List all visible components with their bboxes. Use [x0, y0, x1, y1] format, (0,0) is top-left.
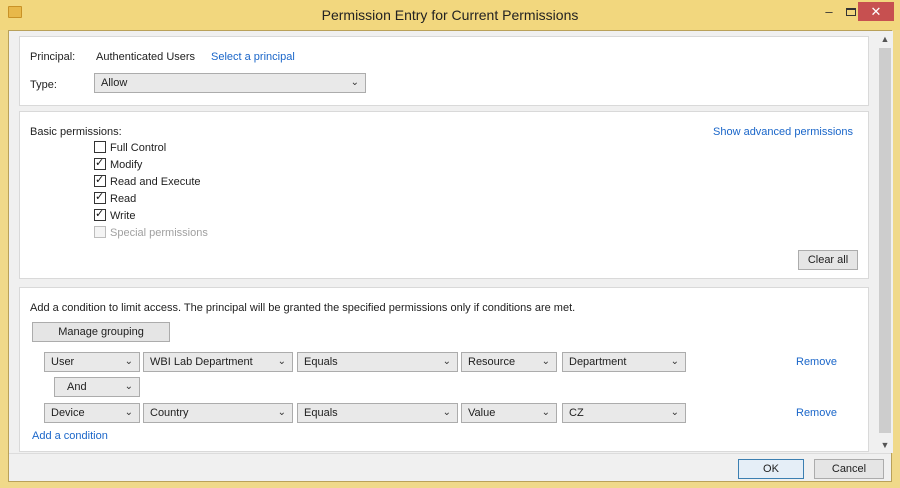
chevron-down-icon: ⌄ — [350, 77, 359, 88]
manage-grouping-button[interactable]: Manage grouping — [32, 322, 170, 342]
read-and-execute-checkbox[interactable] — [94, 173, 106, 188]
add-condition-link[interactable]: Add a condition — [32, 430, 108, 442]
condition-1-subject-dropdown[interactable]: User ⌄ — [44, 352, 140, 372]
permission-read-and-execute[interactable]: Read and Execute — [94, 173, 201, 192]
modify-checkbox[interactable] — [94, 156, 106, 171]
dropdown-value: CZ — [569, 407, 584, 419]
permission-label: Modify — [110, 159, 143, 171]
maximize-icon — [846, 8, 856, 16]
chevron-down-icon: ⌄ — [670, 356, 679, 367]
full-control-checkbox[interactable] — [94, 141, 106, 154]
chevron-down-icon: ⌄ — [442, 407, 451, 418]
scrollbar-thumb[interactable] — [879, 48, 891, 433]
dialog-footer: OK Cancel — [9, 453, 891, 481]
chevron-down-icon: ⌄ — [124, 356, 133, 367]
condition-2-source-dropdown[interactable]: Value ⌄ — [461, 403, 557, 423]
permission-full-control[interactable]: Full Control — [94, 141, 167, 158]
chevron-down-icon: ⌄ — [541, 407, 550, 418]
principal-panel: Principal: Authenticated Users Select a … — [19, 36, 869, 106]
permission-write[interactable]: Write — [94, 207, 136, 226]
scroll-down-icon[interactable]: ▼ — [877, 437, 893, 453]
dropdown-value: Value — [468, 407, 496, 419]
permission-label: Special permissions — [110, 227, 208, 239]
type-dropdown[interactable]: Allow ⌄ — [94, 73, 366, 93]
dropdown-value: Device — [51, 407, 85, 419]
dropdown-value: Resource — [468, 356, 516, 368]
dropdown-value: Equals — [304, 407, 338, 419]
condition-2-subject-dropdown[interactable]: Device ⌄ — [44, 403, 140, 423]
special-permissions-checkbox — [94, 226, 106, 239]
condition-2-remove-link[interactable]: Remove — [796, 407, 837, 419]
write-checkbox[interactable] — [94, 207, 106, 222]
permission-label: Write — [110, 210, 136, 222]
chevron-down-icon: ⌄ — [277, 356, 286, 367]
permission-special: Special permissions — [94, 226, 208, 243]
condition-2-value-dropdown[interactable]: CZ ⌄ — [562, 403, 686, 423]
close-button[interactable]: ✕ — [858, 2, 894, 21]
dropdown-value: And — [67, 381, 87, 393]
cancel-button[interactable]: Cancel — [814, 459, 884, 479]
condition-1-value-dropdown[interactable]: Department ⌄ — [562, 352, 686, 372]
clear-all-button[interactable]: Clear all — [798, 250, 858, 270]
ok-button[interactable]: OK — [738, 459, 804, 479]
dialog-client-area: Principal: Authenticated Users Select a … — [8, 30, 893, 482]
chevron-down-icon: ⌄ — [670, 407, 679, 418]
basic-permissions-label: Basic permissions: — [30, 126, 122, 138]
permission-label: Read and Execute — [110, 176, 201, 188]
condition-1-operator-dropdown[interactable]: Equals ⌄ — [297, 352, 458, 372]
chevron-down-icon: ⌄ — [541, 356, 550, 367]
permission-label: Read — [110, 193, 137, 205]
window-title: Permission Entry for Current Permissions — [321, 7, 579, 23]
principal-value: Authenticated Users — [96, 51, 196, 63]
vertical-scrollbar[interactable]: ▲ ▼ — [877, 31, 893, 453]
dropdown-value: WBI Lab Department — [150, 356, 253, 368]
dropdown-value: Country — [150, 407, 189, 419]
principal-label: Principal: — [30, 51, 76, 63]
scroll-up-icon[interactable]: ▲ — [877, 31, 893, 47]
dropdown-value: Equals — [304, 356, 338, 368]
chevron-down-icon: ⌄ — [124, 407, 133, 418]
condition-1-remove-link[interactable]: Remove — [796, 356, 837, 368]
chevron-down-icon: ⌄ — [442, 356, 451, 367]
chevron-down-icon: ⌄ — [277, 407, 286, 418]
type-label: Type: — [30, 79, 57, 91]
scrollable-content: Principal: Authenticated Users Select a … — [9, 31, 877, 453]
dropdown-value: User — [51, 356, 75, 368]
condition-1-attribute-dropdown[interactable]: WBI Lab Department ⌄ — [143, 352, 293, 372]
permission-label: Full Control — [110, 142, 167, 154]
read-checkbox[interactable] — [94, 190, 106, 205]
conditions-description: Add a condition to limit access. The pri… — [30, 302, 576, 314]
show-advanced-permissions-link[interactable]: Show advanced permissions — [713, 126, 853, 138]
conditions-panel: Add a condition to limit access. The pri… — [19, 287, 869, 452]
dropdown-value: Department — [569, 356, 627, 368]
type-dropdown-value: Allow — [101, 77, 128, 89]
title-bar[interactable]: Permission Entry for Current Permissions… — [0, 0, 900, 30]
chevron-down-icon: ⌄ — [124, 381, 133, 392]
permission-entry-window: Permission Entry for Current Permissions… — [0, 0, 900, 488]
condition-2-attribute-dropdown[interactable]: Country ⌄ — [143, 403, 293, 423]
condition-1-source-dropdown[interactable]: Resource ⌄ — [461, 352, 557, 372]
basic-permissions-panel: Basic permissions: Show advanced permiss… — [19, 111, 869, 279]
select-principal-link[interactable]: Select a principal — [211, 51, 295, 63]
condition-connector-dropdown[interactable]: And ⌄ — [54, 377, 140, 397]
condition-2-operator-dropdown[interactable]: Equals ⌄ — [297, 403, 458, 423]
